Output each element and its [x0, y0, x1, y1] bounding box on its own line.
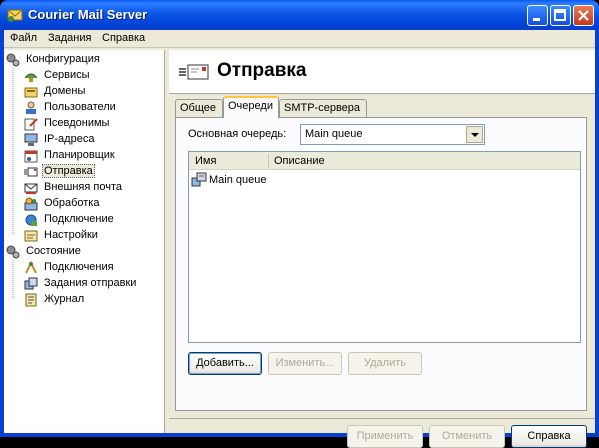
tree-label: IP-адреса	[44, 133, 95, 145]
app-icon[interactable]	[7, 7, 23, 23]
main-queue-select[interactable]: Main queue	[300, 124, 485, 145]
tab-general[interactable]: Общее	[175, 99, 223, 117]
services-icon	[24, 73, 38, 82]
queue-icon	[191, 172, 207, 187]
tree-label: Пользователи	[44, 101, 116, 113]
outgoing-icon	[24, 167, 38, 177]
page-header: Отправка	[169, 50, 595, 94]
gears-icon	[6, 53, 20, 67]
tree-label: Планировщик	[44, 149, 115, 161]
maximize-button[interactable]	[550, 5, 571, 26]
tree-label: Обработка	[44, 197, 100, 209]
minimize-button[interactable]	[527, 5, 548, 26]
tree-label: Псевдонимы	[44, 117, 110, 129]
chevron-down-icon[interactable]	[466, 126, 483, 143]
tree-label: Сервисы	[44, 69, 90, 81]
menu-bar: Файл Задания Справка	[4, 30, 595, 48]
ip-addresses-icon	[24, 133, 38, 146]
external-mail-icon	[24, 183, 38, 194]
tab-strip: Общее Очереди SMTP-сервера	[169, 96, 595, 118]
send-jobs-icon	[24, 277, 38, 290]
queues-panel: Основная очередь: Main queue Имя Описани…	[175, 117, 587, 411]
maximize-icon	[554, 9, 566, 21]
tree-label: Журнал	[44, 293, 85, 305]
separator	[169, 418, 595, 419]
content-pane: Отправка Общее Очереди SMTP-сервера Осно…	[169, 50, 595, 448]
window-title: Courier Mail Server	[28, 7, 148, 22]
tree-label: Настройки	[44, 229, 98, 241]
settings-icon	[24, 230, 38, 242]
domains-icon	[24, 87, 38, 98]
tab-queues[interactable]: Очереди	[223, 96, 279, 118]
main-queue-label: Основная очередь:	[188, 128, 287, 140]
aliases-icon	[24, 118, 38, 131]
outgoing-icon	[179, 64, 209, 80]
navigation-tree[interactable]: Конфигурация Сервисы Домены Пользователи…	[4, 50, 165, 433]
edit-button[interactable]: Изменить...	[268, 352, 342, 375]
tree-label: Подключение	[44, 213, 114, 225]
column-name[interactable]: Имя	[195, 155, 216, 167]
page-title: Отправка	[217, 60, 307, 81]
minimize-icon	[533, 18, 540, 21]
queues-list[interactable]: Имя Описание Main queue	[188, 151, 581, 343]
tab-smtp-servers[interactable]: SMTP-сервера	[279, 99, 367, 117]
connections-icon	[25, 261, 37, 274]
delete-button[interactable]: Удалить	[348, 352, 422, 375]
tree-label: Домены	[44, 85, 86, 97]
close-icon	[578, 10, 589, 21]
client-area: Файл Задания Справка Конфигурация Сервис…	[4, 30, 595, 448]
processing-icon	[24, 197, 38, 211]
close-button[interactable]	[573, 5, 594, 26]
gears-icon	[6, 245, 20, 259]
tree-label: Подключения	[44, 261, 114, 273]
menu-help[interactable]: Справка	[102, 32, 145, 44]
tree-label: Состояние	[26, 245, 81, 257]
title-bar[interactable]: Courier Mail Server	[0, 0, 599, 30]
add-button[interactable]: Добавить...	[188, 352, 262, 375]
menu-tasks[interactable]: Задания	[48, 32, 91, 44]
users-icon	[26, 101, 36, 114]
scheduler-icon	[24, 150, 38, 163]
connection-icon	[25, 214, 37, 226]
list-header: Имя Описание	[189, 152, 580, 170]
tree-label: Конфигурация	[26, 53, 100, 65]
menu-file[interactable]: Файл	[10, 32, 37, 44]
log-icon	[25, 293, 37, 307]
tree-label: Задания отправки	[44, 277, 137, 289]
queue-name: Main queue	[209, 174, 267, 186]
column-description[interactable]: Описание	[274, 155, 325, 167]
app-window: Courier Mail Server Файл Задания Справка	[0, 0, 599, 448]
tree-label: Отправка	[42, 164, 95, 178]
main-queue-value: Main queue	[305, 128, 363, 140]
tree-label: Внешняя почта	[44, 181, 122, 193]
column-separator[interactable]	[268, 154, 269, 168]
